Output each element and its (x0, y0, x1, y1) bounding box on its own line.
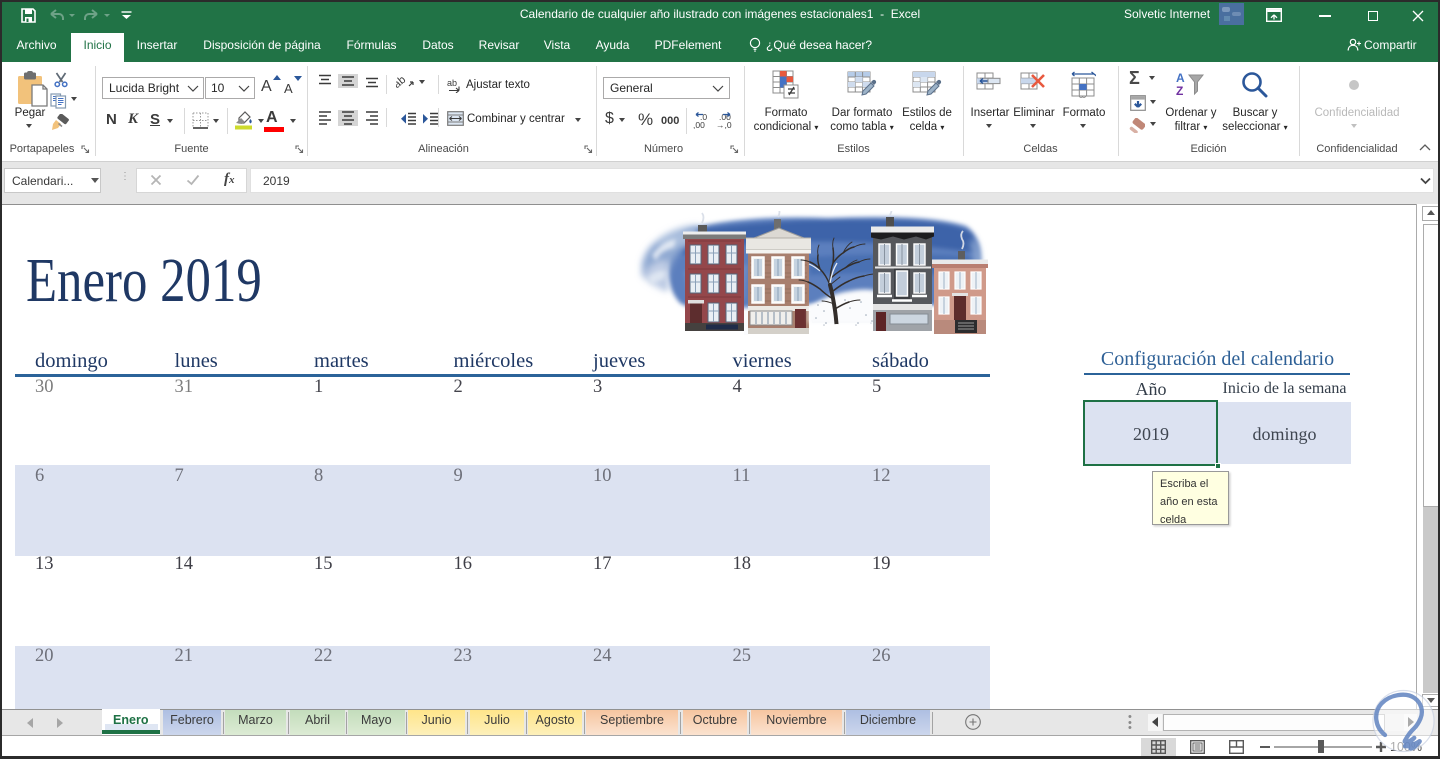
svg-text:A: A (1176, 71, 1185, 85)
svg-text:ab: ab (396, 74, 408, 90)
svg-text:ab: ab (447, 78, 457, 88)
svg-text:→,0: →,0 (716, 120, 732, 129)
svg-text:,00: ,00 (693, 120, 705, 129)
svg-text:Z: Z (1176, 84, 1183, 98)
